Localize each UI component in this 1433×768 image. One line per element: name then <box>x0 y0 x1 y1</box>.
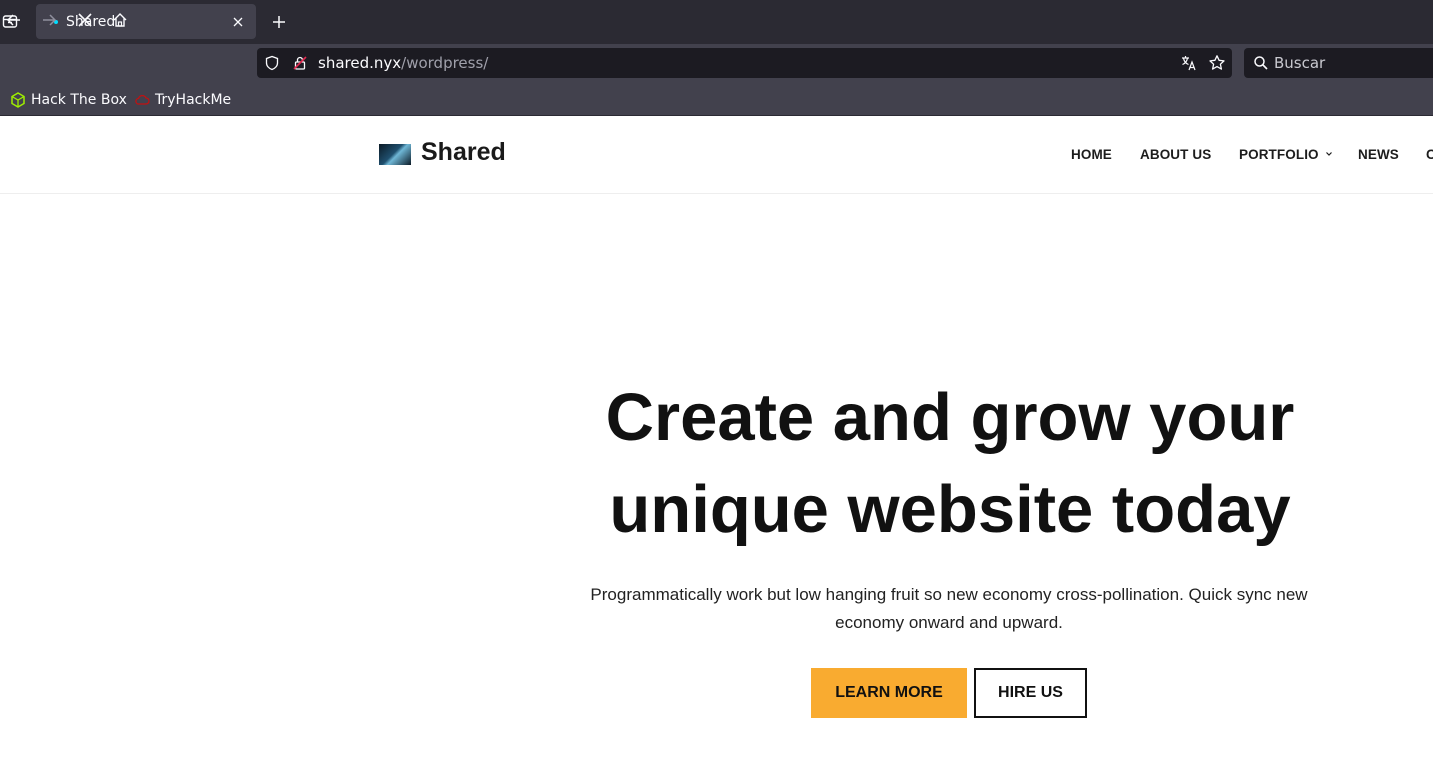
menu-item-about[interactable]: ABOUT US <box>1140 147 1211 165</box>
menu-item-home[interactable]: HOME <box>1071 147 1112 165</box>
stop-button[interactable] <box>73 8 97 32</box>
thm-cloud-icon <box>135 94 150 105</box>
menu-item-news[interactable]: NEWS <box>1358 147 1399 165</box>
site-logo[interactable] <box>379 144 411 165</box>
bookmark-hack-the-box[interactable]: Hack The Box <box>10 90 127 110</box>
search-icon <box>1249 51 1273 75</box>
url-text[interactable]: shared.nyx/wordpress/ <box>318 52 488 74</box>
translate-icon[interactable] <box>1177 51 1201 75</box>
hero-title: Create and grow your unique website toda… <box>560 372 1340 556</box>
hero-title-line-2: unique website today <box>609 472 1291 547</box>
home-button[interactable] <box>108 8 132 32</box>
url-host: shared.nyx <box>318 54 402 72</box>
insecure-lock-icon[interactable] <box>288 51 312 75</box>
url-path: /wordpress/ <box>401 54 489 72</box>
shield-icon[interactable] <box>260 51 284 75</box>
learn-more-button[interactable]: LEARN MORE <box>811 668 967 718</box>
hire-us-button[interactable]: HIRE US <box>974 668 1087 718</box>
new-tab-button[interactable] <box>269 12 289 32</box>
hero-subtitle: Programmatically work but low hanging fr… <box>580 581 1318 637</box>
site-title[interactable]: Shared <box>421 138 506 167</box>
hero-subtitle-line-1: Programmatically work but low hanging fr… <box>590 585 1308 604</box>
bookmark-star-icon[interactable] <box>1205 51 1229 75</box>
search-input[interactable]: Buscar <box>1274 52 1325 74</box>
bookmark-label: TryHackMe <box>155 92 232 108</box>
back-button[interactable] <box>2 8 26 32</box>
active-tab[interactable]: Shared <box>36 4 256 39</box>
bookmark-tryhackme[interactable]: TryHackMe <box>134 90 231 110</box>
site-header <box>0 116 1433 194</box>
menu-item-portfolio[interactable]: PORTFOLIO <box>1239 147 1333 165</box>
menu-item-contact[interactable]: C <box>1426 147 1433 165</box>
bookmark-label: Hack The Box <box>31 92 127 108</box>
menu-item-portfolio-label: PORTFOLIO <box>1239 147 1319 162</box>
chevron-down-icon <box>1325 152 1332 156</box>
htb-cube-icon <box>11 92 25 108</box>
close-icon[interactable] <box>230 14 246 30</box>
hero-subtitle-line-2: economy onward and upward. <box>835 613 1063 632</box>
forward-button[interactable] <box>37 8 61 32</box>
hero-title-line-1: Create and grow your <box>605 380 1295 455</box>
